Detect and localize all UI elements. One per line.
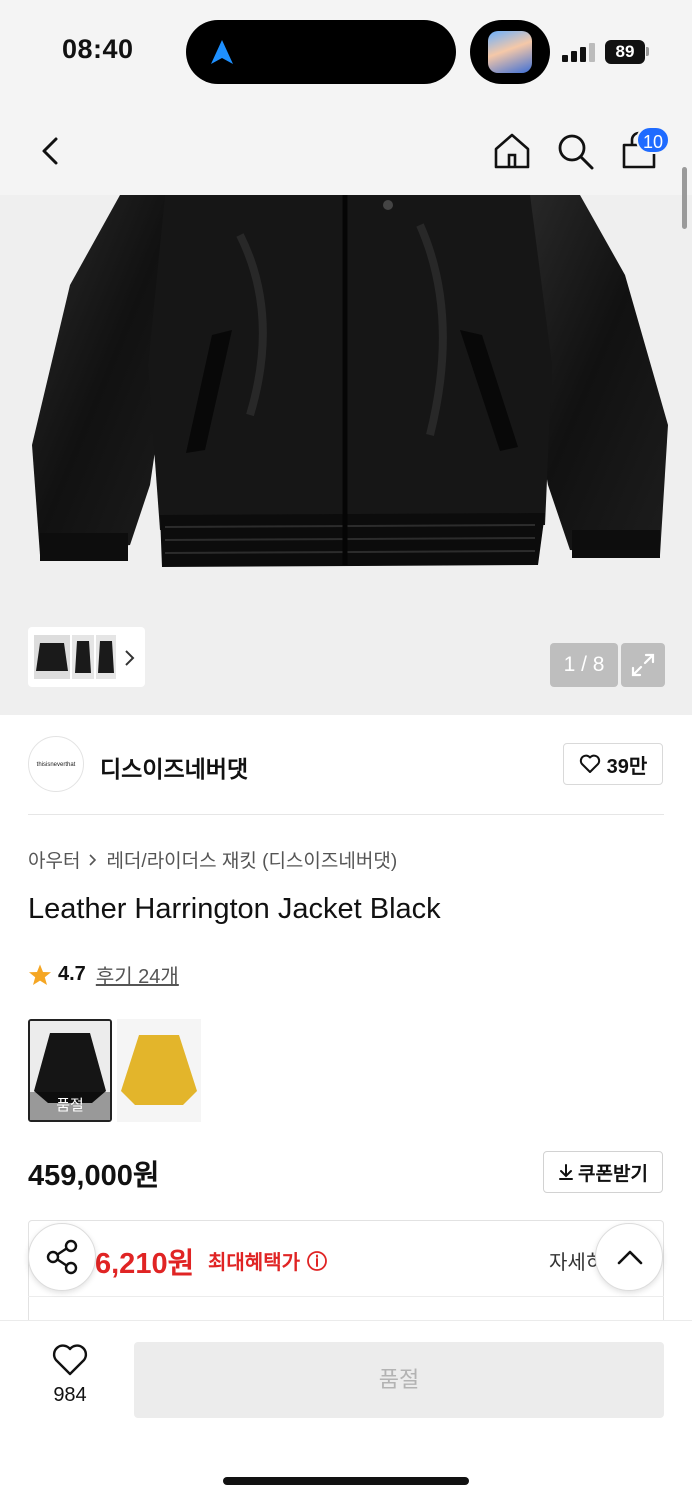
max-benefit-text: 최대혜택가	[208, 1252, 300, 1274]
wishlist-count: 984	[53, 1384, 87, 1406]
product-price: 459,000원	[28, 1160, 160, 1192]
search-icon[interactable]	[555, 131, 595, 171]
divider	[28, 814, 664, 815]
breadcrumb-subcategory[interactable]: 레더/라이더스 재킷 (디스이즈네버댓)	[106, 846, 397, 873]
cart-count-badge: 10	[636, 126, 670, 154]
swatch-yellow[interactable]	[117, 1019, 201, 1122]
battery-indicator: 89	[605, 40, 645, 64]
gallery-thumbnails[interactable]	[28, 627, 145, 687]
download-icon	[559, 1164, 574, 1180]
breadcrumb-category[interactable]: 아우터	[28, 846, 80, 873]
brand-logo[interactable]: thisisneverthat	[28, 736, 84, 792]
thumb-side	[72, 635, 94, 679]
dynamic-island	[186, 20, 456, 84]
app-icon	[488, 31, 532, 73]
star-icon	[29, 964, 51, 985]
page-scrollbar[interactable]	[682, 167, 687, 229]
breadcrumb: 아우터 레더/라이더스 재킷 (디스이즈네버댓)	[28, 846, 397, 873]
expand-button[interactable]	[621, 643, 665, 687]
navigation-arrow-icon	[211, 40, 233, 64]
scroll-top-button[interactable]	[595, 1223, 663, 1291]
status-bar: 08:40 89	[0, 0, 692, 105]
rating-row: 4.7 후기 24개	[28, 960, 179, 989]
swatch-yellow-image	[117, 1019, 201, 1122]
buy-button[interactable]: 품절	[134, 1342, 664, 1418]
battery-tip	[646, 47, 649, 56]
back-icon[interactable]	[30, 131, 70, 171]
heart-icon	[52, 1344, 88, 1376]
home-icon[interactable]	[492, 131, 532, 171]
max-benefit-price: 6,210원	[95, 1248, 195, 1280]
home-indicator[interactable]	[223, 1477, 469, 1485]
info-icon[interactable]	[306, 1250, 328, 1272]
product-title: Leather Harrington Jacket Black	[28, 893, 441, 925]
brand-like-button[interactable]: 39만	[563, 743, 663, 785]
brand-like-count: 39만	[606, 755, 648, 778]
brand-name[interactable]: 디스이즈네버댓	[100, 750, 248, 784]
share-button[interactable]	[28, 1223, 96, 1291]
live-activity	[470, 20, 550, 84]
share-icon	[46, 1239, 78, 1275]
expand-icon	[631, 653, 655, 677]
coupon-button[interactable]: 쿠폰받기	[543, 1151, 663, 1193]
benefit-detail-link[interactable]: 자세히	[549, 1246, 599, 1275]
soldout-label: 품절	[30, 1092, 110, 1120]
thumb-back	[96, 635, 116, 679]
coupon-label: 쿠폰받기	[578, 1163, 648, 1185]
wishlist-button[interactable]: 984	[30, 1343, 110, 1407]
top-nav	[0, 105, 692, 195]
chevron-right-icon	[89, 853, 97, 866]
max-benefit-label: 최대혜택가	[208, 1246, 328, 1275]
swatch-black[interactable]: 품절	[28, 1019, 112, 1122]
chevron-up-icon	[617, 1250, 643, 1265]
benefit-divider	[28, 1296, 664, 1297]
chevron-right-icon	[125, 650, 135, 666]
review-link[interactable]: 후기 24개	[96, 960, 179, 989]
status-time: 08:40	[62, 34, 134, 64]
thumb-front	[34, 635, 70, 679]
image-counter: 1 / 8	[550, 643, 618, 687]
product-image[interactable]	[0, 195, 692, 715]
signal-icon	[562, 43, 595, 62]
rating-score: 4.7	[58, 963, 86, 985]
heart-icon	[579, 754, 600, 773]
